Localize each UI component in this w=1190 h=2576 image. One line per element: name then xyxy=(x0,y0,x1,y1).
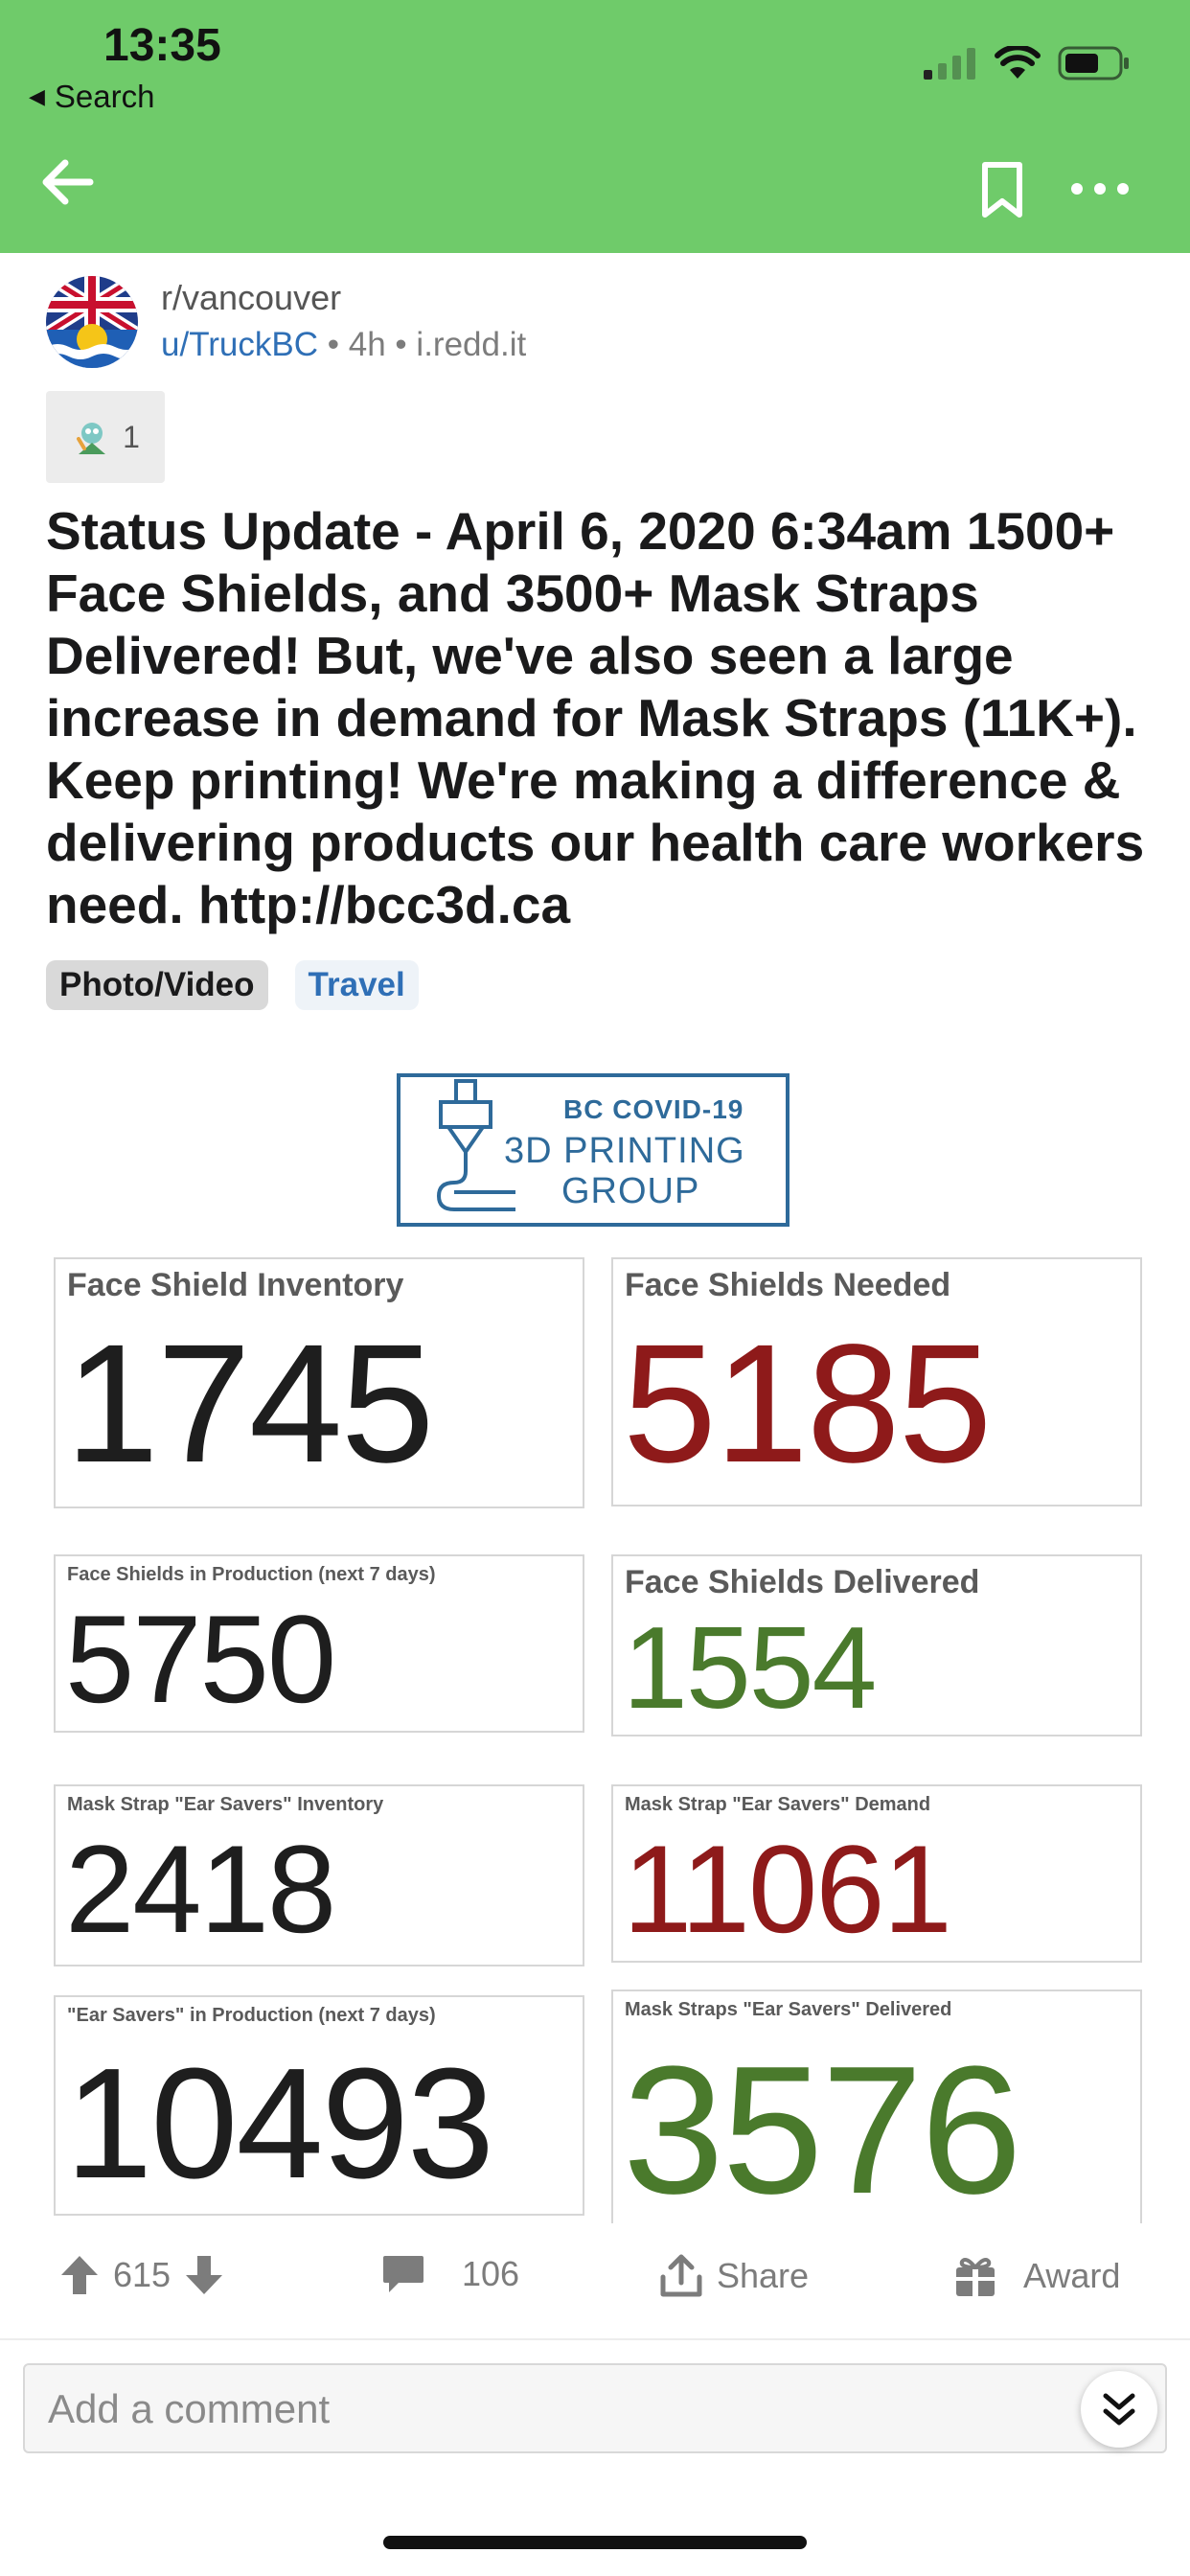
stat-label: Face Shields in Production (next 7 days) xyxy=(67,1564,436,1585)
post-image[interactable]: BC COVID-19 3D PRINTING GROUP Face Shiel… xyxy=(46,1054,1144,2223)
post-award-chip[interactable]: 1 xyxy=(46,391,165,483)
meta-separator: • xyxy=(395,326,407,363)
stat-value: 5185 xyxy=(623,1310,993,1498)
back-to-app-link[interactable]: ◀ Search xyxy=(29,79,154,115)
cellular-signal-icon xyxy=(924,48,975,80)
comment-count: 106 xyxy=(462,2254,520,2293)
stat-label: Mask Strap "Ear Savers" Inventory xyxy=(67,1794,384,1815)
stat-ear-savers-in-production: "Ear Savers" in Production (next 7 days)… xyxy=(54,1995,584,2216)
stat-label: Face Shield Inventory xyxy=(67,1267,404,1303)
logo-line-3: GROUP xyxy=(561,1171,700,1211)
stat-face-shield-inventory: Face Shield Inventory 1745 xyxy=(54,1257,584,1508)
stat-label: "Ear Savers" in Production (next 7 days) xyxy=(67,2005,436,2026)
author-link[interactable]: u/TruckBC xyxy=(161,326,318,363)
back-arrow-icon[interactable] xyxy=(38,153,96,211)
stat-value: 10493 xyxy=(65,2036,494,2211)
status-time: 13:35 xyxy=(103,20,221,71)
battery-icon xyxy=(1058,46,1129,80)
comment-placeholder: Add a comment xyxy=(48,2386,331,2431)
post-age: 4h xyxy=(348,326,386,363)
award-count: 1 xyxy=(123,419,140,454)
logo-line-1: BC COVID-19 xyxy=(563,1094,744,1124)
stat-ear-savers-inventory: Mask Strap "Ear Savers" Inventory 2418 xyxy=(54,1784,584,1966)
share-button[interactable]: Share xyxy=(659,2254,809,2298)
post-title[interactable]: Status Update - April 6, 2020 6:34am 150… xyxy=(46,500,1157,936)
subreddit-avatar[interactable] xyxy=(46,276,138,368)
vote-controls: 615 xyxy=(59,2254,224,2296)
stat-value: 1554 xyxy=(623,1602,877,1733)
stat-face-shields-in-production: Face Shields in Production (next 7 days)… xyxy=(54,1554,584,1733)
comment-bubble-icon xyxy=(383,2256,423,2292)
stat-label: Mask Straps "Ear Savers" Delivered xyxy=(625,1999,952,2020)
group-logo: BC COVID-19 3D PRINTING GROUP xyxy=(397,1073,790,1227)
upvote-arrow-icon[interactable] xyxy=(59,2254,100,2296)
stat-face-shields-needed: Face Shields Needed 5185 xyxy=(611,1257,1142,1506)
back-triangle-icon: ◀ xyxy=(29,84,45,108)
post-domain[interactable]: i.redd.it xyxy=(416,326,526,363)
award-button[interactable]: Award xyxy=(954,2254,1120,2298)
action-divider xyxy=(0,2338,1190,2340)
stat-value: 5750 xyxy=(65,1589,336,1729)
stat-value: 3576 xyxy=(623,2029,1022,2223)
award-character-icon xyxy=(77,423,106,454)
flair-photo-video[interactable]: Photo/Video xyxy=(46,960,268,1010)
back-app-label: Search xyxy=(54,79,155,114)
post-meta: u/TruckBC • 4h • i.redd.it xyxy=(161,326,526,364)
subreddit-name[interactable]: r/vancouver xyxy=(161,278,341,318)
stat-label: Mask Strap "Ear Savers" Demand xyxy=(625,1794,931,1815)
top-bar: 13:35 ◀ Search xyxy=(0,0,1190,253)
stat-label: Face Shields Needed xyxy=(625,1267,951,1303)
share-upload-icon xyxy=(660,2254,702,2297)
flair-travel[interactable]: Travel xyxy=(294,960,419,1010)
stat-value: 11061 xyxy=(623,1819,952,1959)
vote-score: 615 xyxy=(113,2255,172,2294)
stat-label: Face Shields Delivered xyxy=(625,1564,980,1600)
comment-input[interactable]: Add a comment xyxy=(23,2363,1167,2453)
logo-line-2: 3D PRINTING xyxy=(504,1131,745,1171)
gift-icon xyxy=(956,2258,995,2296)
meta-separator: • xyxy=(327,326,340,363)
downvote-arrow-icon[interactable] xyxy=(184,2254,224,2296)
more-options-icon[interactable] xyxy=(1069,168,1131,210)
bookmark-icon[interactable] xyxy=(979,161,1025,218)
expand-comments-button[interactable] xyxy=(1081,2371,1157,2448)
status-icons xyxy=(924,46,1131,80)
comments-button[interactable]: 106 xyxy=(381,2254,519,2294)
stat-face-shields-delivered: Face Shields Delivered 1554 xyxy=(611,1554,1142,1736)
award-label: Award xyxy=(1023,2256,1121,2295)
flair-row: Photo/Video Travel xyxy=(46,960,419,1010)
stat-ear-savers-demand: Mask Strap "Ear Savers" Demand 11061 xyxy=(611,1784,1142,1963)
stat-value: 2418 xyxy=(65,1819,336,1959)
stat-value: 1745 xyxy=(65,1310,435,1498)
stat-ear-savers-delivered: Mask Straps "Ear Savers" Delivered 3576 xyxy=(611,1990,1142,2223)
double-chevron-down-icon xyxy=(1103,2393,1135,2426)
share-label: Share xyxy=(717,2256,810,2295)
wifi-icon xyxy=(995,46,1041,79)
home-indicator[interactable] xyxy=(383,2536,807,2549)
